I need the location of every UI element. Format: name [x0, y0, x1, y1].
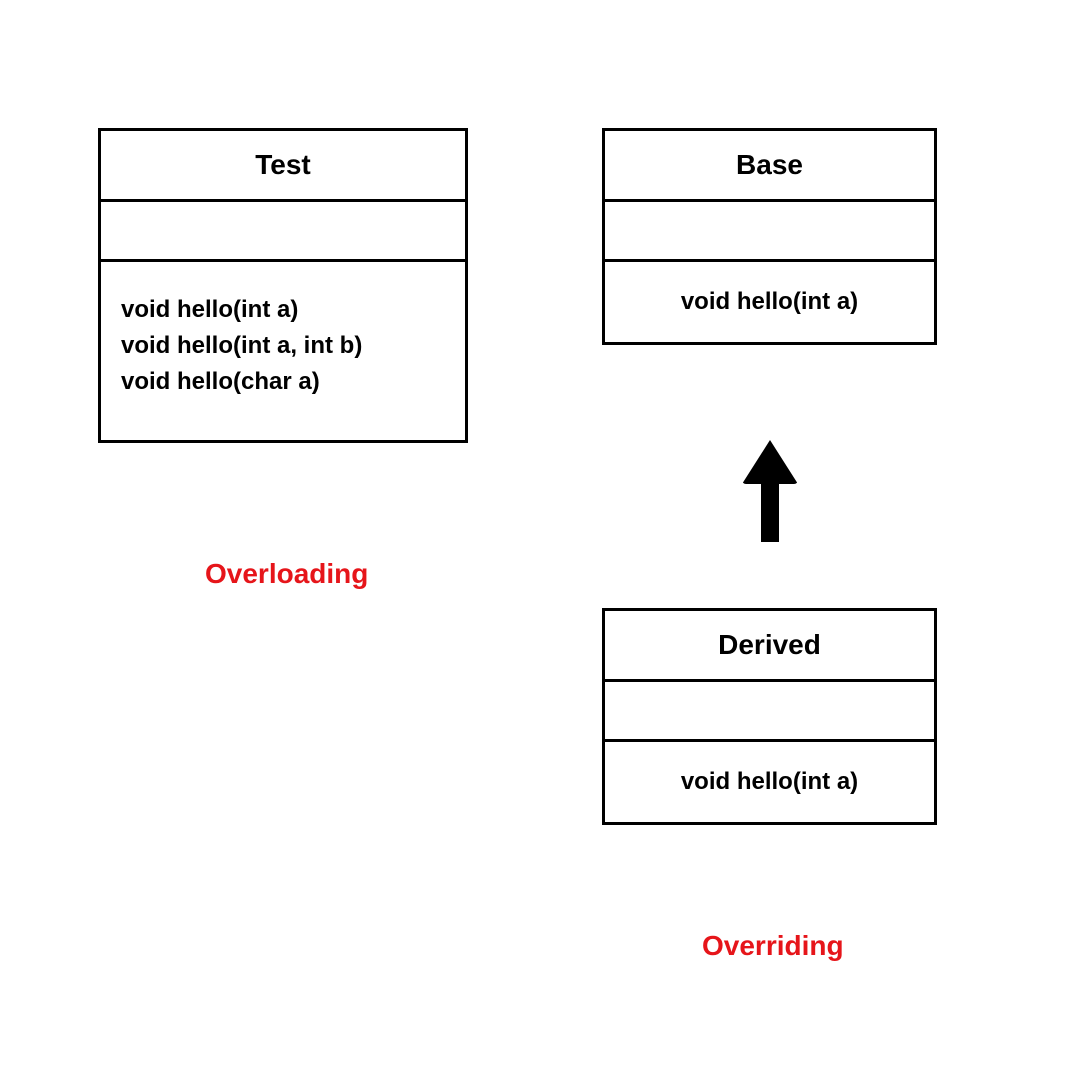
class-name-base: Base	[605, 131, 934, 202]
arrow-shaft-icon	[761, 482, 779, 542]
class-name-test: Test	[101, 131, 465, 202]
method-line: void hello(int a)	[625, 284, 914, 320]
caption-overriding: Overriding	[702, 930, 844, 962]
uml-class-test: Test void hello(int a) void hello(int a,…	[98, 128, 468, 443]
class-name-derived: Derived	[605, 611, 934, 682]
methods-section-derived: void hello(int a)	[605, 742, 934, 822]
methods-section-base: void hello(int a)	[605, 262, 934, 342]
inheritance-arrow-icon	[742, 440, 798, 542]
caption-overloading: Overloading	[205, 558, 368, 590]
uml-class-base: Base void hello(int a)	[602, 128, 937, 345]
method-line: void hello(char a)	[121, 364, 445, 400]
methods-section-test: void hello(int a) void hello(int a, int …	[101, 262, 465, 440]
attrs-section-derived	[605, 682, 934, 742]
method-line: void hello(int a, int b)	[121, 328, 445, 364]
attrs-section-base	[605, 202, 934, 262]
attrs-section-test	[101, 202, 465, 262]
arrow-head-icon	[742, 440, 798, 484]
method-line: void hello(int a)	[121, 292, 445, 328]
uml-class-derived: Derived void hello(int a)	[602, 608, 937, 825]
method-line: void hello(int a)	[625, 764, 914, 800]
